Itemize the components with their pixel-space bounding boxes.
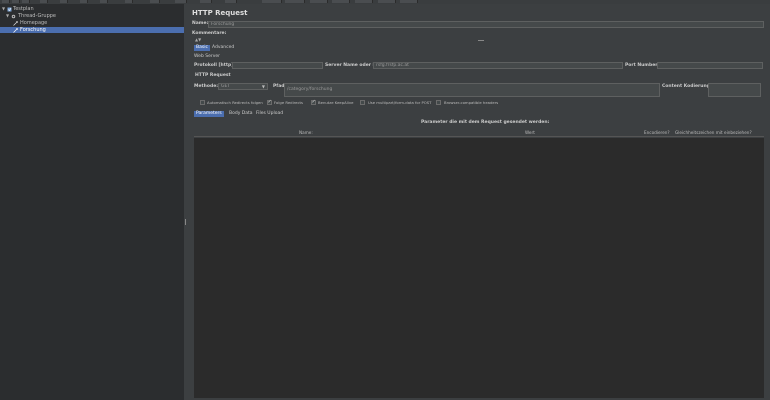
sampler-icon — [13, 27, 18, 33]
parameters-table[interactable] — [194, 138, 764, 398]
name-field[interactable]: Forschung — [208, 21, 764, 28]
multipart-label: Use multipart/form-data for POST — [368, 100, 432, 105]
keepalive-label: Benutze KeepAlive — [318, 100, 354, 105]
testplan-icon — [7, 7, 12, 11]
toolbar-button[interactable] — [225, 0, 237, 3]
tab-advanced[interactable]: Advanced — [210, 45, 236, 51]
tab-body-data[interactable]: Body Data — [227, 111, 255, 117]
follow-redirects-label: Folge Redirects — [274, 100, 304, 105]
splitter-grip[interactable] — [185, 219, 186, 225]
toolbar-button[interactable] — [150, 0, 160, 3]
toolbar-button[interactable] — [332, 0, 350, 3]
web-server-heading: Web Server — [194, 54, 220, 59]
tab-files-upload[interactable]: Files Upload — [254, 111, 285, 117]
tree-item-label: Forschung — [20, 27, 46, 33]
chevron-down-icon: ▼ — [261, 84, 265, 89]
column-header-encode[interactable]: Encodieren? — [644, 130, 670, 135]
port-field[interactable] — [657, 62, 763, 69]
toolbar-button[interactable] — [175, 0, 187, 3]
table-caption: Parameter die mit dem Request gesendet w… — [421, 120, 550, 125]
column-header-name[interactable]: Name: — [299, 130, 313, 135]
gear-icon — [11, 14, 16, 18]
toolbar-button[interactable] — [310, 0, 328, 3]
toolbar-button[interactable] — [12, 0, 20, 3]
path-field[interactable]: /category/forschung — [284, 83, 660, 97]
table-header: Name: Wert Encodieren? Gleichheitszeiche… — [194, 130, 764, 137]
browser-headers-checkbox[interactable] — [436, 100, 441, 105]
toolbar-button[interactable] — [125, 0, 133, 3]
tree-item-label: Testplan — [13, 6, 34, 12]
method-label: Methode: — [194, 84, 219, 89]
tab-basic[interactable]: Basic — [194, 45, 210, 51]
toolbar-button[interactable] — [2, 0, 10, 3]
toolbar-button[interactable] — [80, 0, 88, 3]
http-request-heading: HTTP Request — [195, 73, 231, 78]
method-select[interactable]: GET ▼ — [218, 83, 268, 90]
tree-item-forschung[interactable]: Forschung — [0, 27, 184, 33]
tree-item-thread-group[interactable]: ▼ Thread-Gruppe — [0, 13, 184, 19]
port-label: Port Number: — [625, 63, 660, 68]
sampler-icon — [13, 20, 18, 26]
column-header-value[interactable]: Wert — [525, 130, 535, 135]
auto-redirects-label: Automatisch Redirects folgen — [207, 100, 263, 105]
content-encoding-field[interactable] — [708, 83, 761, 97]
column-header-include-equals[interactable]: Gleichheitszeichen mit einbeziehen? — [675, 130, 752, 135]
toolbar-button[interactable] — [22, 0, 30, 3]
http-request-panel: HTTP Request Name: Forschung Kommentare:… — [188, 4, 770, 400]
multipart-checkbox[interactable] — [360, 100, 365, 105]
method-value: GET — [221, 84, 231, 89]
page-title: HTTP Request — [192, 9, 248, 17]
protocol-field[interactable] — [232, 62, 323, 69]
toolbar-button[interactable] — [355, 0, 373, 3]
name-label: Name: — [192, 21, 209, 26]
collapse-icon[interactable]: ▼ — [6, 13, 9, 19]
collapse-toggle-icon[interactable]: ▲▼ — [195, 38, 201, 42]
divider-grip[interactable] — [478, 40, 484, 41]
toolbar-button[interactable] — [285, 0, 305, 3]
toolbar-button[interactable] — [200, 0, 212, 3]
test-plan-tree: ▼ Testplan ▼ Thread-Gruppe Homepage Fors… — [0, 4, 184, 400]
toolbar-button[interactable] — [40, 0, 48, 3]
content-encoding-label: Content Kodierung: — [662, 84, 712, 89]
server-label: Server Name oder IP: — [325, 63, 380, 68]
toolbar-button[interactable] — [100, 0, 108, 3]
auto-redirects-checkbox[interactable] — [200, 100, 205, 105]
tree-item-testplan[interactable]: ▼ Testplan — [0, 6, 184, 12]
collapse-icon[interactable]: ▼ — [2, 6, 5, 12]
browser-headers-label: Browser-compatible headers — [444, 100, 499, 105]
tab-parameters[interactable]: Parameters — [194, 111, 224, 117]
toolbar-button[interactable] — [60, 0, 68, 3]
tree-item-label: Thread-Gruppe — [18, 13, 56, 19]
toolbar-button[interactable] — [378, 0, 396, 3]
toolbar-button[interactable] — [400, 0, 418, 3]
keepalive-checkbox[interactable] — [311, 99, 316, 105]
follow-redirects-checkbox[interactable] — [267, 99, 272, 105]
protocol-label: Protokoll [http]: — [194, 63, 236, 68]
server-field[interactable]: rsfg.frsfp.ac.at — [373, 62, 623, 69]
tree-item-label: Homepage — [20, 20, 48, 26]
toolbar-button[interactable] — [262, 0, 282, 3]
tree-item-homepage[interactable]: Homepage — [0, 20, 184, 26]
